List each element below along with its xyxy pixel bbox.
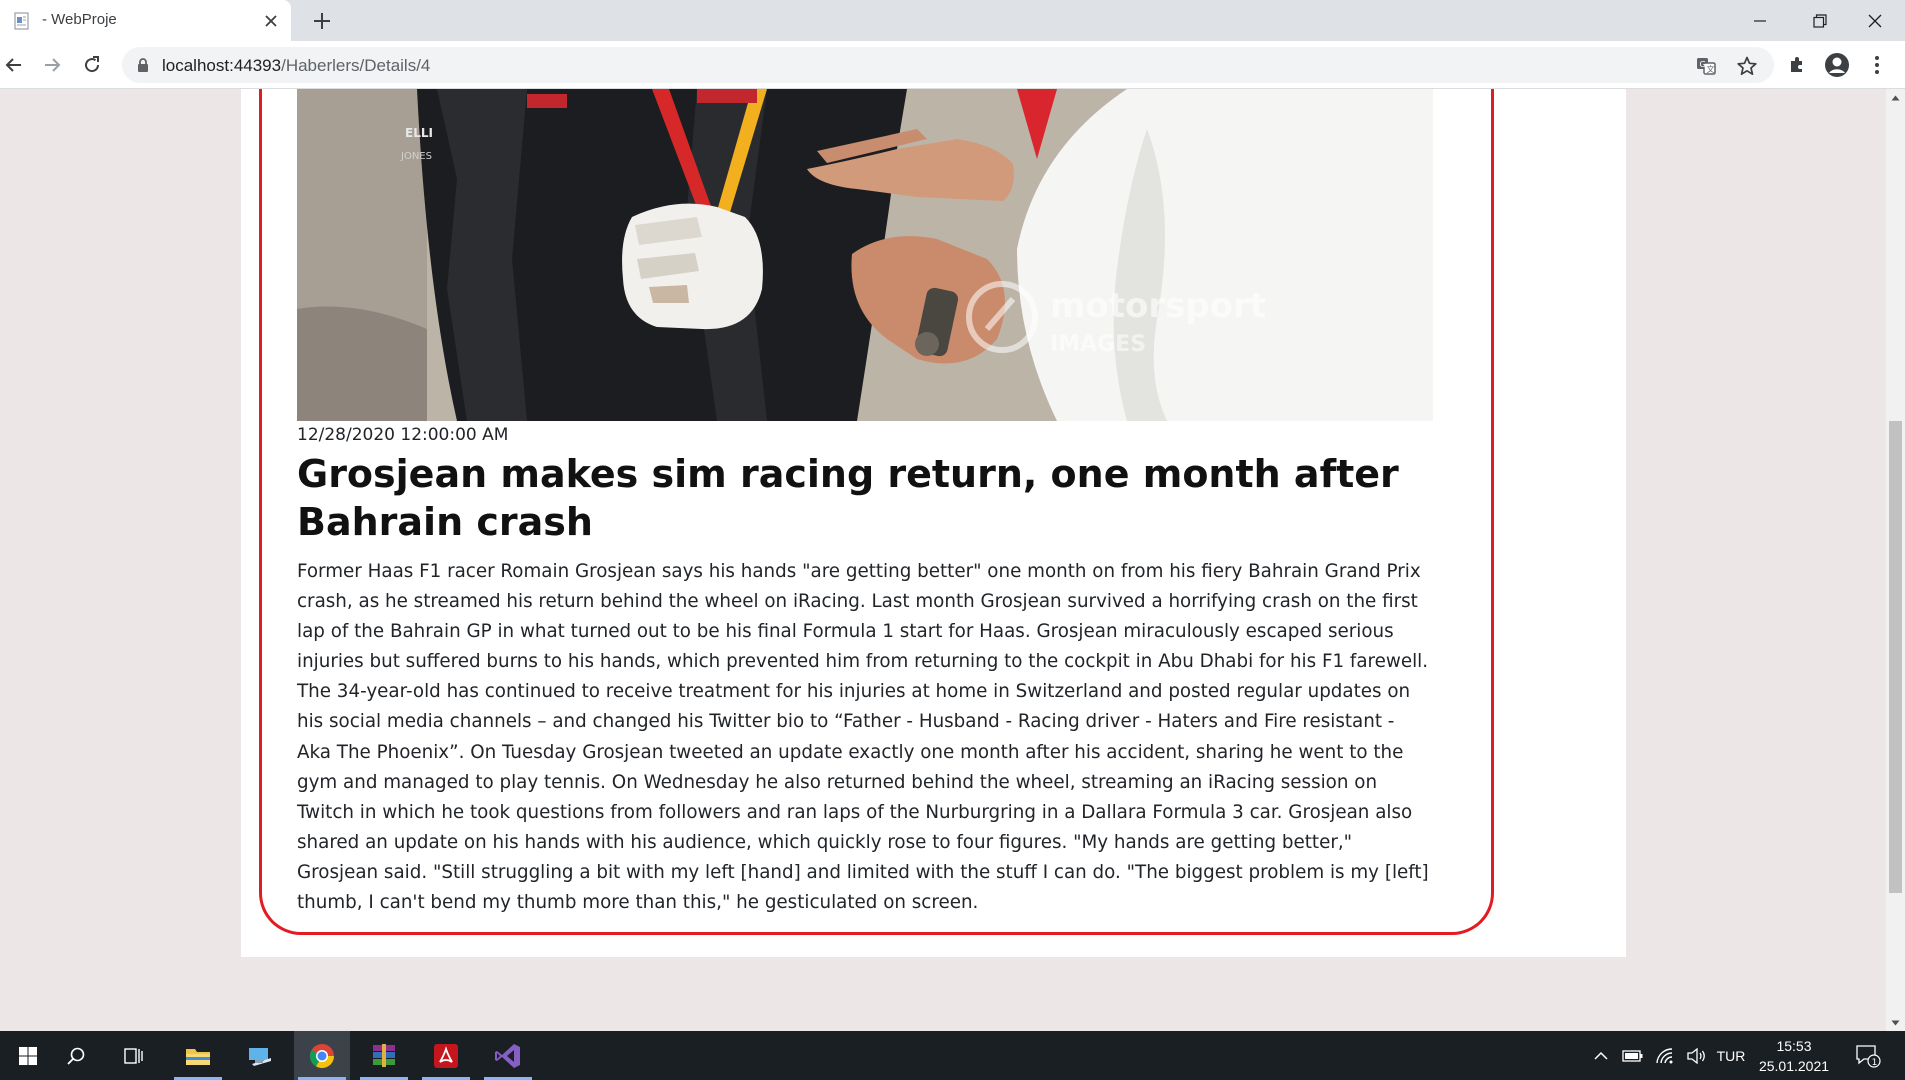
taskbar-clock[interactable]: 15:53 25.01.2021 — [1752, 1036, 1836, 1076]
svg-text:G: G — [1700, 60, 1706, 69]
visual-studio-icon[interactable] — [480, 1031, 536, 1080]
action-center-icon[interactable]: 1 — [1848, 1031, 1888, 1080]
battery-icon[interactable] — [1618, 1031, 1648, 1080]
article-body: Former Haas F1 racer Romain Grosjean say… — [297, 561, 1429, 914]
show-hidden-icons-chevron-icon[interactable] — [1586, 1031, 1616, 1080]
reload-icon[interactable] — [78, 51, 106, 79]
restore-icon[interactable] — [1790, 0, 1850, 41]
translate-icon[interactable]: G文 — [1695, 55, 1717, 77]
page-favicon-icon — [12, 11, 32, 31]
url-path: /Haberlers/Details/4 — [281, 56, 431, 75]
scrollbar-thumb[interactable] — [1889, 421, 1902, 893]
browser-tabstrip: - WebProje — [0, 0, 1905, 41]
clock-time: 15:53 — [1776, 1038, 1812, 1054]
browser-toolbar: localhost:44393/Haberlers/Details/4 G文 — [0, 41, 1905, 89]
lock-icon[interactable] — [136, 57, 150, 77]
wifi-icon[interactable] — [1650, 1031, 1680, 1080]
url-host: localhost:44393 — [162, 56, 282, 75]
scroll-down-arrow-icon[interactable] — [1886, 1014, 1905, 1031]
clock-date: 25.01.2021 — [1758, 1058, 1830, 1074]
browser-tab[interactable]: - WebProje — [0, 0, 291, 41]
page-viewport: ELLI JONES motorsport IMAGES 12/28/2020 … — [0, 89, 1886, 1031]
watermark-text: motorsport — [1050, 286, 1266, 326]
address-bar[interactable]: localhost:44393/Haberlers/Details/4 G文 — [122, 47, 1774, 83]
input-language[interactable]: TUR — [1712, 1031, 1750, 1080]
profile-avatar-icon[interactable] — [1823, 51, 1851, 79]
svg-text:文: 文 — [1707, 64, 1715, 74]
tab-title: - WebProje — [42, 11, 117, 28]
acrobat-reader-icon[interactable] — [418, 1031, 474, 1080]
svg-text:ELLI: ELLI — [405, 126, 433, 140]
chrome-icon[interactable] — [294, 1031, 350, 1080]
url-text[interactable]: localhost:44393/Haberlers/Details/4 — [162, 56, 430, 76]
search-icon[interactable] — [48, 1031, 104, 1080]
extensions-puzzle-icon[interactable] — [1783, 51, 1811, 79]
winrar-icon[interactable] — [356, 1031, 412, 1080]
scroll-up-arrow-icon[interactable] — [1886, 89, 1905, 106]
page-scrollbar[interactable] — [1886, 89, 1905, 1031]
back-icon[interactable] — [0, 51, 28, 79]
task-view-icon[interactable] — [106, 1031, 162, 1080]
bookmark-star-icon[interactable] — [1736, 55, 1758, 77]
file-explorer-icon[interactable] — [170, 1031, 226, 1080]
notification-count: 1 — [1872, 1058, 1878, 1068]
watermark-subtext: IMAGES — [1050, 332, 1146, 357]
tab-close-icon[interactable] — [261, 11, 281, 31]
minimize-icon[interactable] — [1730, 0, 1790, 41]
volume-icon[interactable] — [1682, 1031, 1712, 1080]
article-image: ELLI JONES motorsport IMAGES — [297, 89, 1433, 421]
close-window-icon[interactable] — [1845, 0, 1905, 41]
desktop-app-icon[interactable] — [232, 1031, 288, 1080]
windows-taskbar: TUR 15:53 25.01.2021 1 — [0, 1031, 1905, 1080]
browser-menu-icon[interactable] — [1863, 51, 1891, 79]
article-date: 12/28/2020 12:00:00 AM — [297, 425, 509, 445]
new-tab-icon[interactable] — [310, 9, 334, 33]
svg-text:JONES: JONES — [400, 151, 432, 162]
article-title: Grosjean makes sim racing return, one mo… — [297, 452, 1399, 544]
forward-icon[interactable] — [38, 51, 66, 79]
